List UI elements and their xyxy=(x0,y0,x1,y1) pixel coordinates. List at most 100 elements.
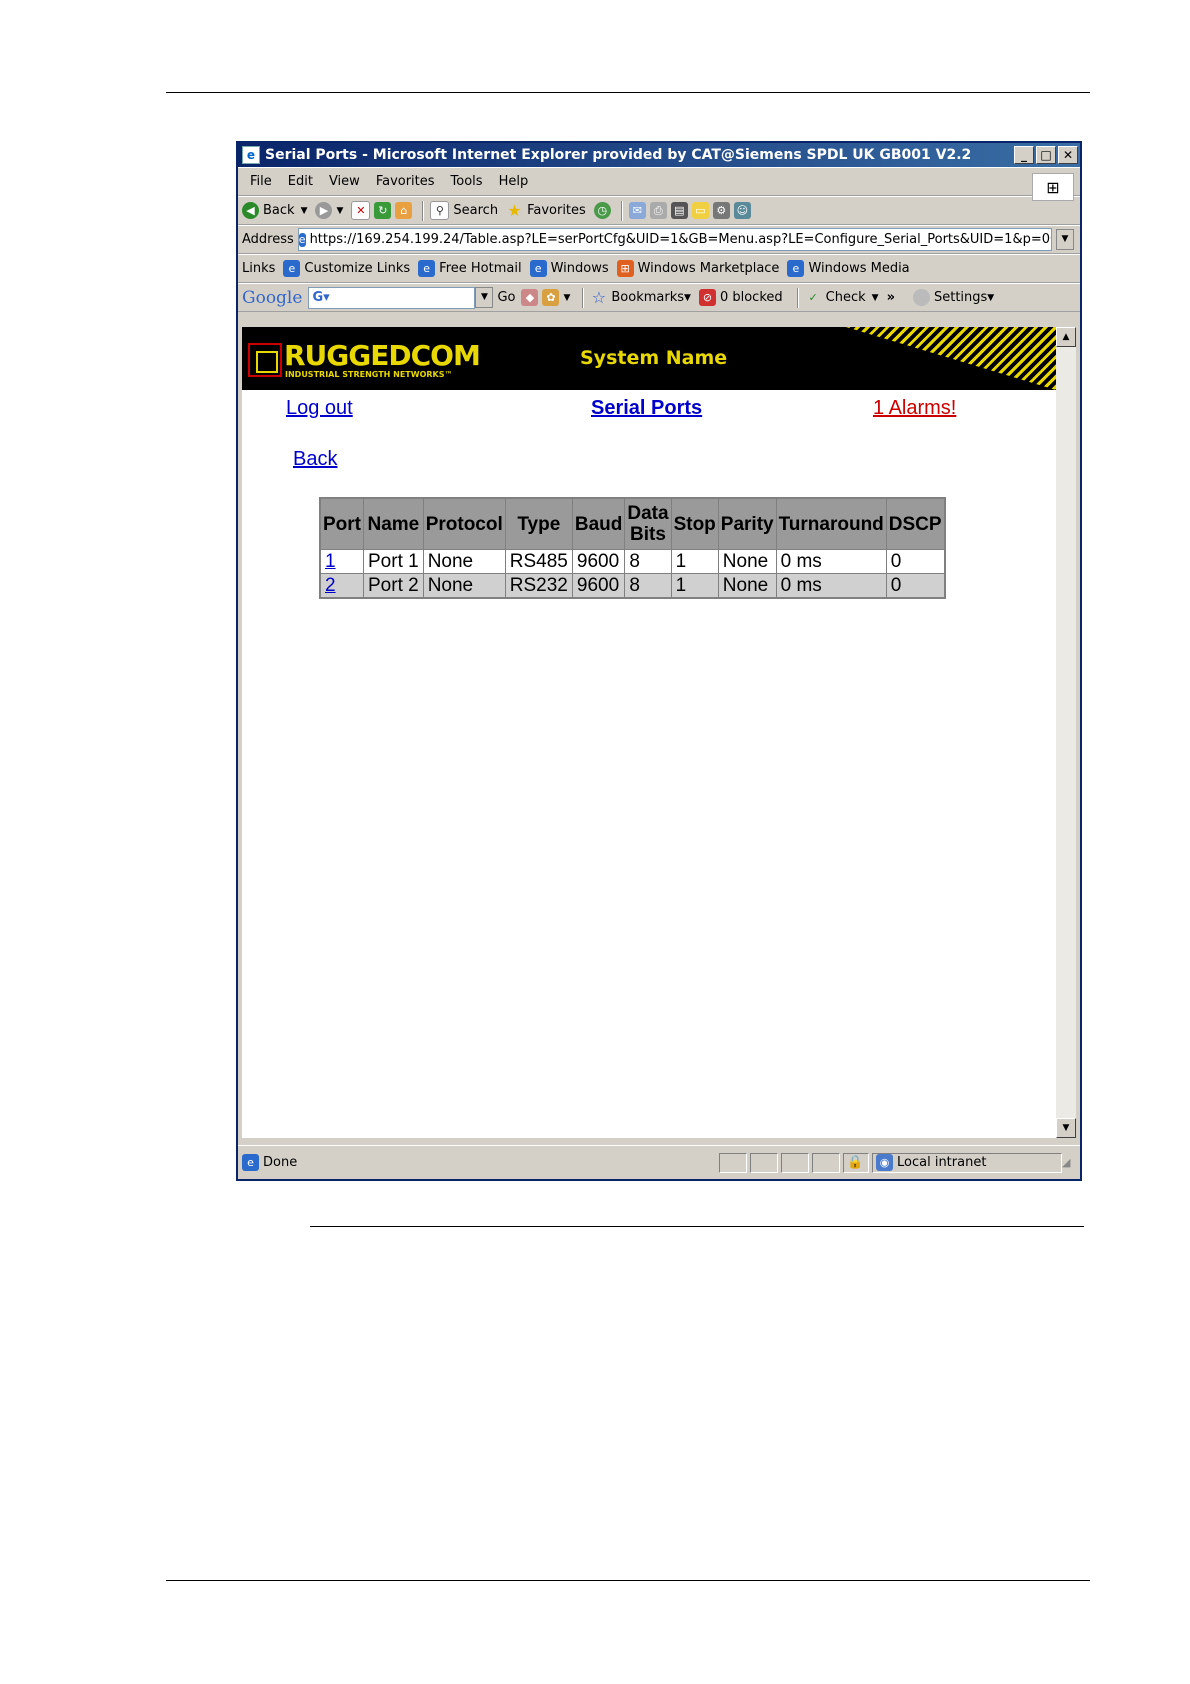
google-dropdown-icon[interactable]: ▼ xyxy=(475,287,494,308)
star-outline-icon: ☆ xyxy=(591,288,607,307)
settings-button[interactable]: Settings ▼ xyxy=(912,289,995,306)
status-panel xyxy=(781,1152,809,1173)
ie-page-icon: e xyxy=(283,260,301,277)
stop-icon[interactable]: ✕ xyxy=(351,201,371,220)
link-marketplace[interactable]: ⊞ Windows Marketplace xyxy=(616,260,779,277)
logo-tagline: INDUSTRIAL STRENGTH NETWORKS™ xyxy=(285,370,453,379)
link-media[interactable]: e Windows Media xyxy=(787,260,910,277)
google-go-button[interactable]: Go xyxy=(497,290,515,305)
history-icon[interactable]: ◷ xyxy=(593,202,611,219)
links-bar: Links e Customize Links e Free Hotmail e Wi… xyxy=(238,254,1080,283)
link-label: Free Hotmail xyxy=(439,261,522,276)
link-windows[interactable]: e Windows xyxy=(529,260,609,277)
address-dropdown-icon[interactable]: ▼ xyxy=(1056,229,1074,250)
messenger-icon[interactable]: ☺ xyxy=(733,202,751,219)
vertical-scrollbar[interactable]: ▲ ▼ xyxy=(1056,327,1076,1138)
protocol-cell: None xyxy=(422,549,506,574)
title-bar: e Serial Ports - Microsoft Internet Expl… xyxy=(238,143,1080,167)
link-customize[interactable]: e Customize Links xyxy=(283,260,410,277)
turnaround-cell: 0 ms xyxy=(775,549,887,574)
home-icon[interactable]: ⌂ xyxy=(395,202,413,219)
baud-cell: 9600 xyxy=(571,573,626,599)
back-link[interactable]: Back xyxy=(293,448,337,471)
toolbar-separator xyxy=(620,200,623,221)
menu-file[interactable]: File xyxy=(250,174,272,189)
zone-panel: ◉ Local intranet xyxy=(872,1152,1062,1173)
minimize-button[interactable]: _ xyxy=(1014,146,1034,164)
popup-blocked-icon: ⊘ xyxy=(698,289,716,306)
col-stop: Stop xyxy=(670,497,719,550)
menu-favorites[interactable]: Favorites xyxy=(376,174,435,189)
spellcheck-button[interactable]: ✓ Check ▼ xyxy=(805,289,879,306)
maximize-button[interactable]: □ xyxy=(1036,146,1056,164)
type-cell: RS232 xyxy=(504,573,573,599)
chevron-down-icon[interactable]: ▼ xyxy=(563,293,570,303)
edit-icon[interactable]: ▤ xyxy=(670,202,688,219)
google-search-input[interactable]: G▾ xyxy=(308,286,476,309)
browser-window: e Serial Ports - Microsoft Internet Expl… xyxy=(236,141,1082,1181)
google-logo: Google xyxy=(242,287,303,308)
baud-cell: 9600 xyxy=(571,549,626,574)
col-turnaround: Turnaround xyxy=(775,497,887,550)
zone-text: Local intranet xyxy=(897,1155,987,1170)
google-toolbar: Google G▾ ▼ Go ◆ ✿ ▼ ☆ Bookmarks ▼ ⊘ 0 bloc… xyxy=(238,283,1080,312)
table-row: 2 Port 2 None RS232 9600 8 1 None 0 ms 0 xyxy=(319,573,946,599)
mail-icon[interactable]: ✉ xyxy=(628,202,646,219)
status-bar: e Done 🔒 ◉ Local intranet ◢ xyxy=(238,1145,1080,1179)
ie-icon: e xyxy=(242,146,260,164)
ruggedcom-logo-icon xyxy=(248,343,282,377)
status-panel xyxy=(812,1152,840,1173)
resize-grip-icon[interactable]: ◢ xyxy=(1062,1156,1080,1169)
print-icon[interactable]: ⎙ xyxy=(649,202,667,219)
port-link[interactable]: 1 xyxy=(325,551,336,572)
col-type: Type xyxy=(504,497,573,550)
protocol-cell: None xyxy=(422,573,506,599)
address-input[interactable]: e https://169.254.199.24/Table.asp?LE=se… xyxy=(297,228,1052,251)
port-cell: 2 xyxy=(319,573,364,599)
settings-icon xyxy=(912,289,930,306)
col-data-bits: Data Bits xyxy=(624,497,672,550)
type-cell: RS485 xyxy=(504,549,573,574)
favorites-button[interactable]: ★ Favorites xyxy=(506,202,585,219)
bookmarks-button[interactable]: ☆ Bookmarks ▼ xyxy=(590,289,691,306)
status-panel xyxy=(719,1152,747,1173)
page-title[interactable]: Serial Ports xyxy=(591,397,702,420)
close-button[interactable]: ✕ xyxy=(1058,146,1078,164)
menu-edit[interactable]: Edit xyxy=(288,174,313,189)
scroll-up-icon[interactable]: ▲ xyxy=(1056,327,1076,347)
menu-tools[interactable]: Tools xyxy=(451,174,483,189)
popup-blocker[interactable]: ⊘ 0 blocked xyxy=(698,289,783,306)
chevron-down-icon[interactable]: ▼ xyxy=(301,206,308,216)
chevron-down-icon[interactable]: ▼ xyxy=(336,206,343,216)
more-chevron-icon[interactable]: » xyxy=(887,290,895,305)
link-label: Customize Links xyxy=(304,261,411,276)
forward-button[interactable]: ▶ ▼ xyxy=(315,202,343,219)
address-bar: Address e https://169.254.199.24/Table.a… xyxy=(238,225,1080,254)
windows-flag-icon: ⊞ xyxy=(616,260,634,277)
col-name: Name xyxy=(363,497,424,550)
note-icon[interactable]: ▭ xyxy=(691,202,709,219)
port-link[interactable]: 2 xyxy=(325,575,336,596)
address-label: Address xyxy=(242,232,294,247)
address-url: https://169.254.199.24/Table.asp?LE=serP… xyxy=(309,232,1052,247)
link-hotmail[interactable]: e Free Hotmail xyxy=(418,260,522,277)
status-panel xyxy=(750,1152,778,1173)
settings-label: Settings xyxy=(933,290,988,305)
turnaround-cell: 0 ms xyxy=(775,573,887,599)
research-icon[interactable]: ⚙ xyxy=(712,202,730,219)
pins-icon[interactable]: ✿ xyxy=(542,289,560,306)
menu-view[interactable]: View xyxy=(329,174,360,189)
link-label: Windows Media xyxy=(808,261,910,276)
back-button[interactable]: ◀ Back ▼ xyxy=(242,202,307,219)
refresh-icon[interactable]: ↻ xyxy=(374,202,392,219)
menu-help[interactable]: Help xyxy=(499,174,529,189)
logout-link[interactable]: Log out xyxy=(286,397,353,420)
serial-ports-table: Port Name Protocol Type Baud Data Bits S… xyxy=(319,497,946,599)
caption-rule xyxy=(310,1226,1084,1227)
col-parity: Parity xyxy=(717,497,777,550)
alarms-link[interactable]: 1 Alarms! xyxy=(873,397,956,420)
search-button[interactable]: ⚲ Search xyxy=(430,201,498,220)
ie-page-icon: e xyxy=(242,1154,259,1171)
chevron-down-icon: ▼ xyxy=(987,292,995,303)
scroll-down-icon[interactable]: ▼ xyxy=(1056,1118,1076,1138)
